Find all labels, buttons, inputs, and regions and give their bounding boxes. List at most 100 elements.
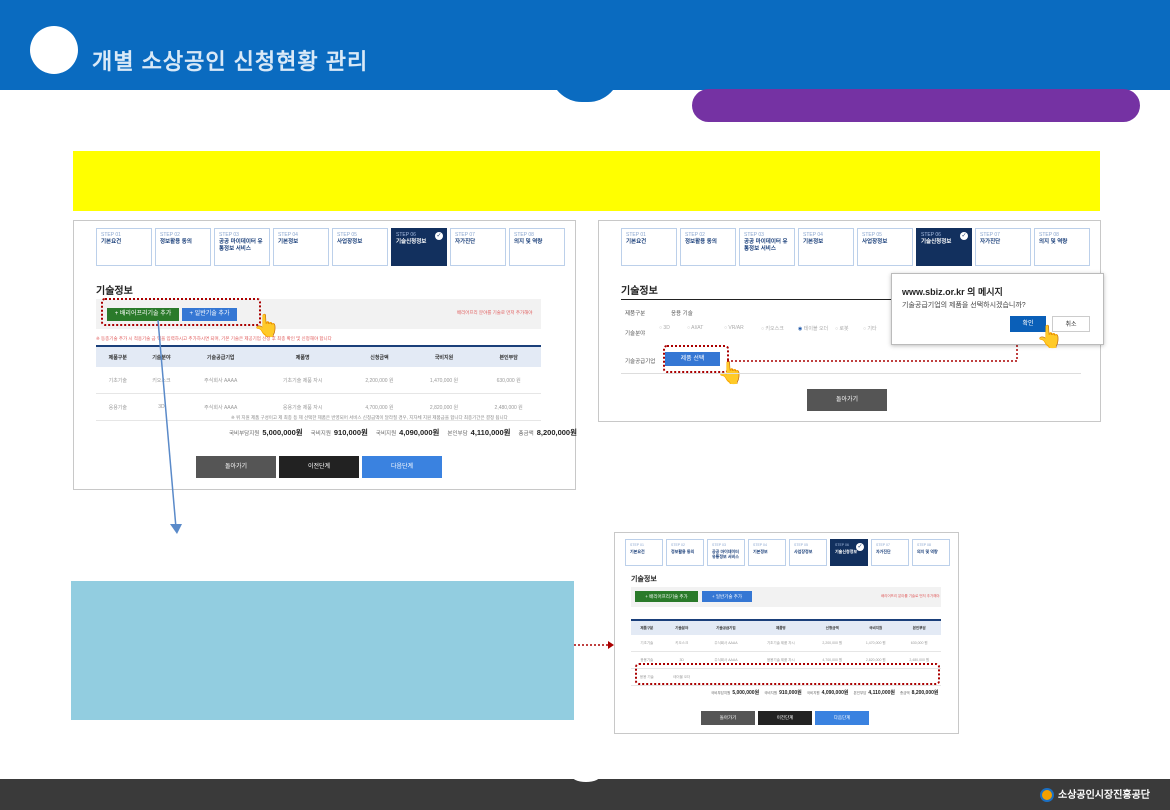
radio-option[interactable]: ○ VR/AR — [724, 325, 744, 331]
sum-value: 910,000원 — [333, 428, 368, 437]
prev-step-button[interactable]: 이전단계 — [279, 456, 359, 478]
table-cell: 630,000 원 — [897, 635, 941, 652]
table-cell: 2,200,000 원 — [810, 635, 854, 652]
table-cell: 2,200,000 원 — [347, 367, 412, 394]
pointer-hand-icon: 👆 — [253, 313, 281, 338]
sum-label: 본인부담 — [447, 431, 468, 437]
sum-label: 국비지원 — [310, 431, 331, 437]
section-title: 기술정보 — [96, 286, 133, 297]
back-button[interactable]: 돌아가기 — [196, 456, 276, 478]
dialog-title: www.sbiz.or.kr 의 메시지 — [902, 287, 1003, 297]
header-circle-logo — [30, 26, 78, 74]
radio-option[interactable]: ○ 3D — [659, 325, 670, 331]
step-label: 의지 및 역량 — [917, 548, 938, 554]
sum-value: 8,200,000원 — [536, 428, 577, 437]
step-number: STEP 07 — [980, 232, 1000, 238]
add-general-tech-button[interactable]: + 일반기술 추가 — [702, 591, 752, 602]
column-header: 국비지원 — [853, 619, 898, 635]
radio-option[interactable]: ○ 키오스크 — [761, 325, 784, 332]
screenshot-panel-tech-info: STEP 01 기본요건 STEP 02 정보활용 동의 STEP 03 공공 마이데이터… — [73, 220, 577, 490]
step-label: 사업장정보 — [337, 239, 363, 245]
table-cell: 기초기술 제품 자시 — [258, 367, 348, 394]
step-label: 기본요건 — [630, 548, 645, 554]
column-header: 기술분야 — [662, 619, 701, 635]
sum-note: ※ 위 지원 제품 구성이고 제 최종 등 제 선택한 제품은 반영되어 서비스… — [231, 415, 508, 420]
step-6: STEP 06 기술신청정보 ✓ — [916, 228, 972, 266]
radio-label: 3D — [663, 325, 670, 331]
prev-step-button[interactable]: 이전단계 — [758, 711, 812, 725]
step-label: 의지 및 역량 — [1039, 239, 1068, 245]
back-button[interactable]: 돌아가기 — [807, 389, 887, 411]
step-label: 정보활용 동의 — [671, 548, 695, 554]
step-number: STEP 08 — [1039, 232, 1059, 238]
step-1: STEP 01 기본요건 — [625, 539, 663, 566]
radio-label: VR/AR — [728, 325, 744, 331]
step-number: STEP 01 — [101, 232, 121, 238]
column-header: 제품명 — [751, 619, 811, 635]
column-header: 국비지원 — [411, 345, 477, 367]
column-header: 신청금액 — [347, 345, 412, 367]
next-step-button[interactable]: 다음단계 — [815, 711, 869, 725]
radio-label: 키오스크 — [765, 326, 784, 332]
check-icon: ✓ — [960, 232, 968, 240]
step-label: 기술신청정보 — [396, 239, 427, 245]
step-1: STEP 01 기본요건 — [96, 228, 152, 266]
step-number: STEP 05 — [862, 232, 882, 238]
step-7: STEP 07 자가진단 — [975, 228, 1031, 266]
confirm-dialog: www.sbiz.or.kr 의 메시지 기술공급기업의 제품을 선택하시겠습니… — [891, 273, 1104, 348]
step-label: 기본요건 — [626, 239, 647, 245]
check-icon: ✓ — [856, 543, 864, 551]
radio-label: 로봇 — [839, 326, 849, 332]
header-tab-shape — [550, 70, 620, 102]
radio-option[interactable]: ○ 로봇 — [835, 325, 849, 332]
label-product-type: 제품구분 — [625, 311, 646, 317]
sum-value: 910,000원 — [779, 690, 802, 696]
radio-label: 기타 — [867, 326, 877, 332]
step-8: STEP 08 의지 및 역량 — [1034, 228, 1090, 266]
step-label: 사업장정보 — [862, 239, 888, 245]
add-barrierfree-tech-button[interactable]: + 배리어프리기술 추가 — [635, 591, 698, 602]
sum-label: 국비지원 — [375, 431, 397, 437]
screenshot-panel-tech-added: STEP 01 기본요건 STEP 02 정보활용 동의 STEP 03 공공 마이데이터… — [614, 532, 959, 734]
step-label: 사업장정보 — [794, 548, 813, 554]
arrow-connector — [157, 320, 182, 534]
step-2: STEP 02 정보활용 동의 — [666, 539, 704, 566]
step-8: STEP 08 의지 및 역량 — [509, 228, 565, 266]
table-cell: 주식회사 AAAA — [183, 367, 259, 394]
value-product-type: 응용 기술 — [671, 311, 693, 317]
footer-tab-shape — [571, 768, 601, 782]
step-label: 자가진단 — [455, 239, 476, 245]
column-header: 본인부담 — [897, 619, 941, 635]
step-progress: STEP 01 기본요건 STEP 02 정보활용 동의 STEP 03 공공 마이데이터… — [96, 228, 565, 266]
radio-option[interactable]: ○ 기타 — [863, 325, 877, 332]
footer-band — [0, 779, 1170, 810]
column-header: 기술공급기업 — [183, 345, 259, 367]
yellow-highlight-bar — [73, 151, 1100, 211]
section-title: 기술정보 — [621, 286, 658, 297]
step-label: 기본요건 — [101, 239, 122, 245]
step-1: STEP 01 기본요건 — [621, 228, 677, 266]
step-5: STEP 05 사업장정보 — [857, 228, 913, 266]
step-6: STEP 06 기술신청정보 ✓ — [391, 228, 447, 266]
radio-option[interactable]: ◉ 테이블 오더 — [798, 325, 828, 332]
back-button[interactable]: 돌아가기 — [701, 711, 755, 725]
sum-value: 4,110,000원 — [470, 428, 511, 437]
next-step-button[interactable]: 다음단계 — [362, 456, 442, 478]
step-number: STEP 03 — [219, 232, 239, 238]
tech-field-radio-group: ○ 3D ○ AI/AT ○ VR/AR ○ 키오스크 ◉ 테이블 오더 ○ 로봇 ○ 기타 — [659, 325, 899, 339]
radio-option[interactable]: ○ AI/AT — [687, 325, 703, 331]
table-cell: 기초기술 — [96, 367, 140, 394]
divider — [621, 373, 1081, 374]
column-header: 제품구분 — [96, 345, 140, 367]
sum-value: 5,000,000원 — [262, 428, 303, 437]
table-cell: 기초기술 — [631, 635, 663, 652]
step-2: STEP 02 정보활용 동의 — [680, 228, 736, 266]
sum-value: 4,090,000원 — [821, 690, 849, 696]
table-cell: 1,470,000 원 — [853, 635, 898, 652]
step-number: STEP 04 — [278, 232, 298, 238]
step-label: 자가진단 — [980, 239, 1001, 245]
step-number: STEP 01 — [626, 232, 646, 238]
red-note: ※ 동종기술 추가 시 적용기술 금 액을 입력하시고 추가하시면 되며, 기본… — [96, 336, 332, 341]
step-progress: STEP 01 기본요건 STEP 02 정보활용 동의 STEP 03 공공 마이데이터… — [621, 228, 1090, 266]
purple-label-bar — [692, 89, 1140, 122]
